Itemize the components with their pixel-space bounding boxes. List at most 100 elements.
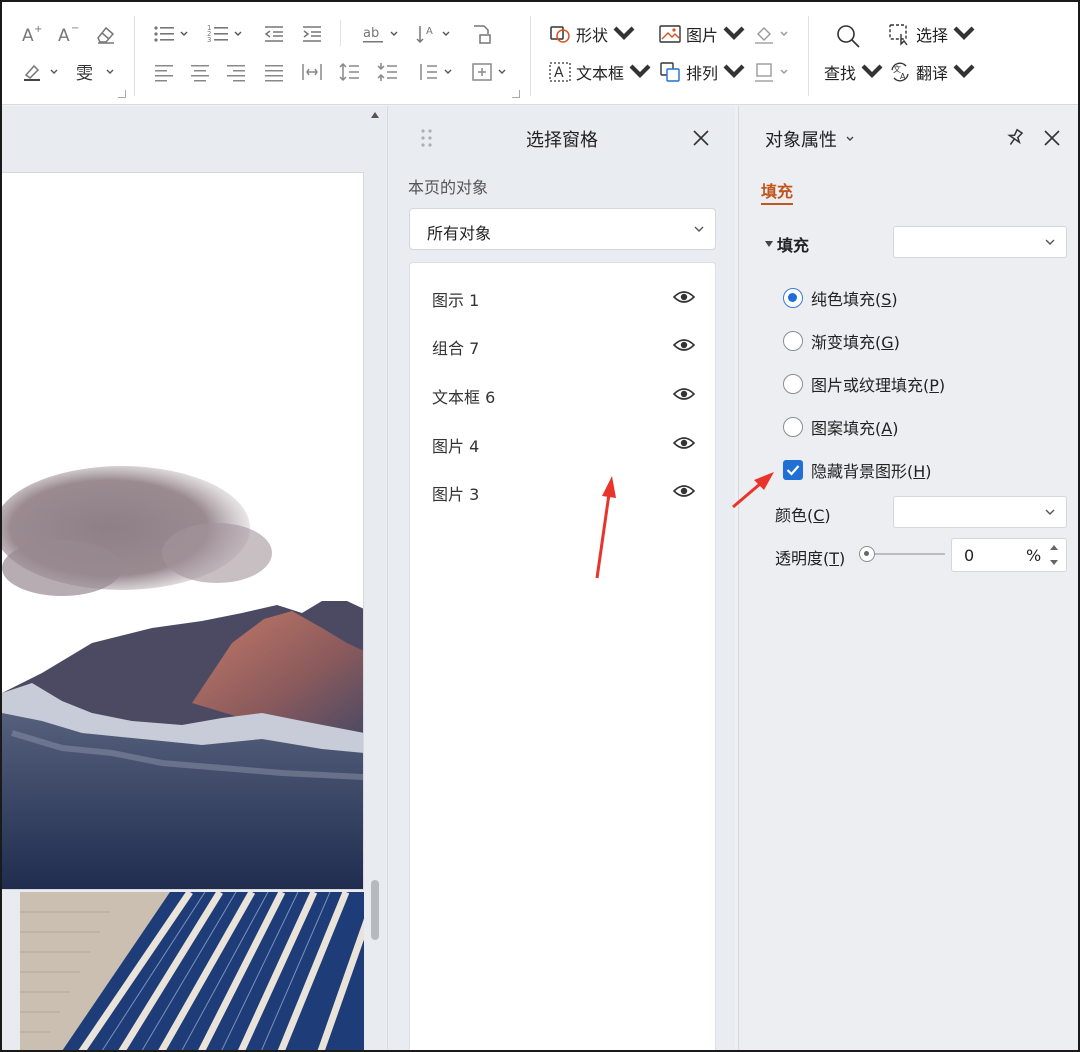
solid-fill-radio[interactable]: 纯色填充(S) bbox=[783, 286, 898, 310]
picture-texture-fill-radio[interactable]: 图片或纹理填充(P) bbox=[783, 372, 945, 396]
gradient-fill-radio[interactable]: 渐变填充(G) bbox=[783, 329, 900, 353]
radio-unselected[interactable] bbox=[783, 374, 803, 394]
transparency-slider-handle[interactable] bbox=[859, 546, 875, 562]
pattern-fill-radio[interactable]: 图案填充(A) bbox=[783, 415, 898, 439]
svg-text:3: 3 bbox=[207, 36, 211, 44]
search-icon[interactable] bbox=[834, 22, 862, 50]
slide[interactable] bbox=[2, 172, 364, 890]
chevron-down-icon[interactable] bbox=[390, 30, 398, 38]
list-item[interactable]: 图片 4 bbox=[410, 423, 715, 463]
select-icon bbox=[889, 24, 908, 46]
phonetic-guide-icon[interactable]: 雯 bbox=[74, 60, 104, 84]
eye-icon[interactable] bbox=[673, 481, 695, 501]
chevron-down-icon[interactable] bbox=[180, 30, 188, 38]
outline-color-icon[interactable] bbox=[752, 60, 776, 84]
chevron-down-icon[interactable] bbox=[780, 30, 788, 38]
chevron-down-icon bbox=[953, 26, 975, 40]
align-center-icon[interactable] bbox=[188, 60, 212, 84]
chevron-down-icon[interactable] bbox=[780, 68, 788, 76]
align-left-icon[interactable] bbox=[152, 60, 176, 84]
objects-on-page-label: 本页的对象 bbox=[408, 178, 489, 197]
spin-up-icon[interactable] bbox=[1050, 545, 1058, 550]
convert-to-smartart-icon[interactable] bbox=[470, 22, 494, 46]
list-item[interactable]: 文本框 6 bbox=[410, 374, 715, 414]
color-dropdown[interactable] bbox=[893, 496, 1067, 528]
sort-text-icon[interactable]: A bbox=[414, 22, 438, 46]
pattern-fill-label: 图案填充(A) bbox=[811, 419, 899, 438]
textbox-icon: A bbox=[549, 62, 571, 82]
scroll-up-icon[interactable] bbox=[371, 112, 379, 118]
align-right-icon[interactable] bbox=[224, 60, 248, 84]
chevron-down-icon[interactable] bbox=[444, 68, 452, 76]
eraser-icon[interactable] bbox=[94, 22, 118, 46]
bullet-list-icon[interactable] bbox=[152, 22, 176, 46]
picture-texture-fill-label: 图片或纹理填充(P) bbox=[811, 376, 946, 395]
arrange-button[interactable]: 排列 bbox=[658, 58, 746, 86]
slide-artwork bbox=[2, 466, 363, 889]
decrease-indent-icon[interactable] bbox=[262, 22, 286, 46]
chevron-down-icon[interactable] bbox=[498, 68, 506, 76]
text-direction-icon[interactable]: ab bbox=[362, 22, 386, 46]
transparency-label: 透明度(T) bbox=[775, 549, 846, 568]
transparency-value[interactable]: 0 bbox=[964, 546, 974, 565]
slide-canvas[interactable] bbox=[2, 106, 386, 1050]
picture-icon bbox=[659, 25, 681, 43]
increase-font-icon[interactable]: A + bbox=[20, 22, 44, 46]
distribute-icon[interactable] bbox=[300, 60, 324, 84]
hide-background-checkbox[interactable]: 隐藏背景图形(H) bbox=[783, 458, 932, 482]
checkbox-checked[interactable] bbox=[783, 460, 803, 480]
radio-selected[interactable] bbox=[783, 288, 803, 308]
chevron-down-icon[interactable] bbox=[234, 30, 242, 38]
chevron-down-icon[interactable] bbox=[50, 68, 58, 76]
close-icon[interactable] bbox=[1043, 129, 1061, 147]
shape-icon bbox=[550, 26, 570, 43]
select-button[interactable]: 选择 bbox=[888, 20, 976, 48]
object-filter-dropdown[interactable]: 所有对象 bbox=[409, 208, 716, 250]
radio-unselected[interactable] bbox=[783, 417, 803, 437]
fill-type-dropdown[interactable] bbox=[893, 226, 1067, 258]
divider bbox=[808, 16, 809, 96]
column-spacing-icon[interactable] bbox=[416, 60, 440, 84]
numbered-list-icon[interactable]: 123 bbox=[206, 22, 230, 46]
scroll-thumb[interactable] bbox=[371, 880, 379, 940]
fill-color-icon[interactable] bbox=[752, 22, 776, 46]
find-button[interactable]: 查找 bbox=[824, 58, 884, 86]
eye-icon[interactable] bbox=[673, 384, 695, 404]
decrease-font-icon[interactable]: A − bbox=[56, 22, 80, 46]
chevron-down-icon[interactable] bbox=[106, 68, 114, 76]
highlight-icon[interactable] bbox=[20, 60, 44, 84]
slide-thumbnail-2[interactable] bbox=[20, 892, 364, 1050]
list-item[interactable]: 图片 3 bbox=[410, 471, 715, 511]
properties-title-dropdown[interactable]: 对象属性 bbox=[765, 126, 855, 152]
line-spacing-icon[interactable] bbox=[338, 60, 362, 84]
fill-section-header[interactable]: 填充 bbox=[765, 232, 809, 256]
chevron-down-icon[interactable] bbox=[442, 30, 450, 38]
pin-icon[interactable] bbox=[1005, 128, 1025, 148]
increase-indent-icon[interactable] bbox=[300, 22, 324, 46]
spin-down-icon[interactable] bbox=[1050, 560, 1058, 565]
eye-icon[interactable] bbox=[673, 287, 695, 307]
picture-button[interactable]: 图片 bbox=[658, 20, 746, 48]
textbox-button[interactable]: A 文本框 bbox=[548, 58, 652, 86]
list-item[interactable]: 图示 1 bbox=[410, 277, 715, 317]
transparency-slider-track[interactable] bbox=[865, 553, 945, 555]
close-icon[interactable] bbox=[692, 129, 710, 147]
transparency-spinbox[interactable]: 0 % bbox=[951, 538, 1067, 572]
translate-button[interactable]: 文A 翻译 bbox=[888, 58, 976, 86]
picture-label: 图片 bbox=[686, 26, 719, 45]
eye-icon[interactable] bbox=[673, 433, 695, 453]
object-properties-pane: 对象属性 填充 填充 纯色填充(S) 渐变填充(G) 图片或纹理填充(P) 图案… bbox=[738, 106, 1078, 1050]
text-align-vertical-icon[interactable] bbox=[470, 60, 494, 84]
vertical-scrollbar[interactable] bbox=[368, 106, 384, 1050]
active-tab-indicator bbox=[761, 203, 793, 205]
dialog-launcher-icon[interactable] bbox=[512, 90, 520, 98]
dialog-launcher-icon[interactable] bbox=[118, 90, 126, 98]
transparency-unit: % bbox=[1026, 546, 1042, 565]
tab-fill[interactable]: 填充 bbox=[761, 178, 793, 202]
eye-icon[interactable] bbox=[673, 335, 695, 355]
justify-icon[interactable] bbox=[262, 60, 286, 84]
shape-button[interactable]: 形状 bbox=[548, 20, 636, 48]
paragraph-spacing-icon[interactable] bbox=[376, 60, 400, 84]
radio-unselected[interactable] bbox=[783, 331, 803, 351]
list-item[interactable]: 组合 7 bbox=[410, 325, 715, 365]
